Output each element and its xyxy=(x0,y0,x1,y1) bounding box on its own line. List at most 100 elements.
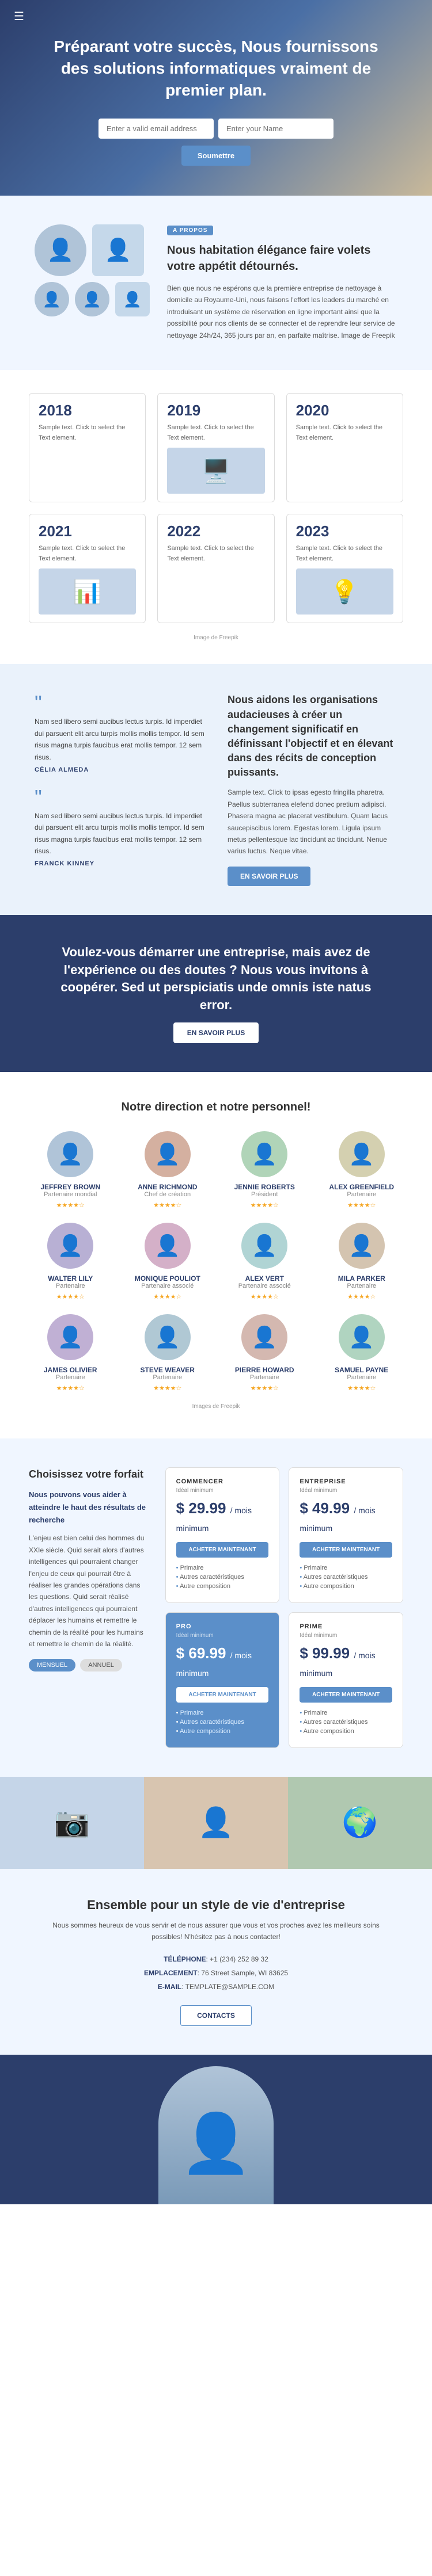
timeline-text: Sample text. Click to select the Text el… xyxy=(296,423,393,443)
team-member-stars: ★★★★☆ xyxy=(320,1293,404,1300)
team-member-stars: ★★★★☆ xyxy=(126,1293,210,1300)
timeline-text: Sample text. Click to select the Text el… xyxy=(39,423,136,443)
about-badge: A PROPOS xyxy=(167,226,213,235)
timeline-img-2021: 📊 xyxy=(39,568,136,615)
footer-section: 👤 xyxy=(0,2055,432,2204)
plan-name: PRIME xyxy=(300,1623,392,1630)
quote-icon-1: " xyxy=(35,693,204,713)
team-member: 👤 MILA PARKER Partenaire ★★★★☆ xyxy=(320,1223,404,1300)
team-member-name: JENNIE ROBERTS xyxy=(223,1183,306,1191)
team-member-role: Partenaire associé xyxy=(223,1283,306,1289)
cta-button[interactable]: EN SAVOIR PLUS xyxy=(173,1022,259,1043)
team-member-stars: ★★★★☆ xyxy=(29,1201,112,1209)
about-section: 👤 👤 👤 👤 👤 A PROPOS Nous habitation éléga… xyxy=(0,196,432,370)
quote-author-2: FRANCK KINNEY xyxy=(35,860,204,867)
pricing-card-commencer: COMMENCER Idéal minimum $ 29.99 / mois m… xyxy=(165,1467,280,1603)
contact-email: E-MAIL: TEMPLATE@SAMPLE.COM xyxy=(46,1980,386,1994)
team-member-name: STEVE WEAVER xyxy=(126,1366,210,1374)
plan-price: $ 29.99 / mois minimum xyxy=(176,1499,269,1535)
team-member-name: PIERRE HOWARD xyxy=(223,1366,306,1374)
quote-1: " Nam sed libero semi aucibus lectus tur… xyxy=(35,693,204,773)
contact-text: Nous sommes heureux de vous servir et de… xyxy=(46,1919,386,1943)
timeline-credit: Image de Freepik xyxy=(29,635,403,641)
timeline-img-2023: 💡 xyxy=(296,568,393,615)
plan-features: PrimaireAutres caractéristiquesAutre com… xyxy=(176,1709,269,1735)
plan-price: $ 99.99 / mois minimum xyxy=(300,1644,392,1680)
team-member-name: MONIQUE POULIOT xyxy=(126,1274,210,1283)
team-member-role: Partenaire xyxy=(29,1283,112,1289)
timeline-text: Sample text. Click to select the Text el… xyxy=(167,544,264,564)
timeline-year: 2019 xyxy=(167,402,264,419)
timeline-item-2020: 2020 Sample text. Click to select the Te… xyxy=(286,393,403,502)
about-img-2: 👤 xyxy=(92,224,144,276)
team-member-name: ANNE RICHMOND xyxy=(126,1183,210,1191)
pricing-right: COMMENCER Idéal minimum $ 29.99 / mois m… xyxy=(165,1467,403,1748)
about-title: Nous habitation élégance faire volets vo… xyxy=(167,242,397,274)
team-avatar: 👤 xyxy=(241,1131,287,1177)
plan-feature: Primaire xyxy=(300,1564,392,1571)
learn-more-button[interactable]: EN SAVOIR PLUS xyxy=(228,867,310,886)
team-member-role: Président xyxy=(223,1191,306,1198)
team-member-name: SAMUEL PAYNE xyxy=(320,1366,404,1374)
menu-icon[interactable]: ☰ xyxy=(14,9,24,24)
team-member-stars: ★★★★☆ xyxy=(126,1201,210,1209)
pricing-card-entreprise: ENTREPRISE Idéal minimum $ 49.99 / mois … xyxy=(289,1467,403,1603)
contact-title: Ensemble pour un style de vie d'entrepri… xyxy=(46,1898,386,1913)
plan-name: ENTREPRISE xyxy=(300,1478,392,1485)
team-member-role: Partenaire xyxy=(29,1374,112,1381)
gallery-section: 📷 👤 🌍 xyxy=(0,1777,432,1869)
team-member-role: Partenaire xyxy=(223,1374,306,1381)
about-img-3: 👤 xyxy=(35,282,69,316)
team-member-role: Partenaire mondial xyxy=(29,1191,112,1198)
toggle-annual[interactable]: ANNUEL xyxy=(80,1659,122,1671)
plan-buy-button[interactable]: ACHETER MAINTENANT xyxy=(176,1687,269,1703)
pricing-text: L'enjeu est bien celui des hommes du XXI… xyxy=(29,1532,148,1650)
hero-title: Préparant votre succès, Nous fournissons… xyxy=(46,36,386,101)
team-member-name: JEFFREY BROWN xyxy=(29,1183,112,1191)
team-avatar: 👤 xyxy=(339,1314,385,1360)
email-input[interactable] xyxy=(98,119,214,139)
team-member-name: ALEX GREENFIELD xyxy=(320,1183,404,1191)
name-input[interactable] xyxy=(218,119,334,139)
toggle-monthly[interactable]: MENSUEL xyxy=(29,1659,75,1671)
contact-email-label: E-MAIL xyxy=(158,1983,181,1991)
team-member-stars: ★★★★☆ xyxy=(126,1384,210,1392)
timeline-year: 2020 xyxy=(296,402,393,419)
team-member-name: JAMES OLIVIER xyxy=(29,1366,112,1374)
plan-feature: Autres caractéristiques xyxy=(176,1574,269,1581)
plan-buy-button[interactable]: ACHETER MAINTENANT xyxy=(300,1687,392,1703)
plan-features: PrimaireAutres caractéristiquesAutre com… xyxy=(176,1564,269,1590)
team-member-stars: ★★★★☆ xyxy=(320,1384,404,1392)
timeline-year: 2023 xyxy=(296,522,393,540)
team-member: 👤 JAMES OLIVIER Partenaire ★★★★☆ xyxy=(29,1314,112,1392)
testimonials-left: " Nam sed libero semi aucibus lectus tur… xyxy=(35,693,204,881)
team-member: 👤 WALTER LILY Partenaire ★★★★☆ xyxy=(29,1223,112,1300)
team-member-role: Partenaire xyxy=(320,1374,404,1381)
team-avatar: 👤 xyxy=(145,1131,191,1177)
timeline-text: Sample text. Click to select the Text el… xyxy=(39,544,136,564)
plan-buy-button[interactable]: ACHETER MAINTENANT xyxy=(176,1542,269,1558)
hero-form xyxy=(98,119,334,139)
plan-features: PrimaireAutres caractéristiquesAutre com… xyxy=(300,1564,392,1590)
gallery-cell-2: 👤 xyxy=(144,1777,288,1869)
team-title: Notre direction et notre personnel! xyxy=(29,1101,403,1114)
team-member-name: WALTER LILY xyxy=(29,1274,112,1283)
team-member: 👤 ANNE RICHMOND Chef de création ★★★★☆ xyxy=(126,1131,210,1209)
team-avatar: 👤 xyxy=(47,1314,93,1360)
team-member: 👤 ALEX VERT Partenaire associé ★★★★☆ xyxy=(223,1223,306,1300)
contacts-button[interactable]: CONTACTS xyxy=(180,2005,252,2026)
team-grid: 👤 JEFFREY BROWN Partenaire mondial ★★★★☆… xyxy=(29,1131,403,1392)
contact-section: Ensemble pour un style de vie d'entrepri… xyxy=(0,1869,432,2055)
plan-price: $ 49.99 / mois minimum xyxy=(300,1499,392,1535)
cta-title: Voulez-vous démarrer une entreprise, mai… xyxy=(46,944,386,1014)
submit-button[interactable]: Soumettre xyxy=(181,146,251,166)
gallery-grid: 📷 👤 🌍 xyxy=(0,1777,432,1869)
team-member-stars: ★★★★☆ xyxy=(29,1293,112,1300)
team-section: Notre direction et notre personnel! 👤 JE… xyxy=(0,1072,432,1438)
quote-text-1: Nam sed libero semi aucibus lectus turpi… xyxy=(35,716,204,763)
plan-tagline: Idéal minimum xyxy=(300,1487,392,1494)
pricing-grid: COMMENCER Idéal minimum $ 29.99 / mois m… xyxy=(165,1467,403,1748)
plan-buy-button[interactable]: ACHETER MAINTENANT xyxy=(300,1542,392,1558)
plan-period: / mois minimum xyxy=(300,1651,375,1678)
cta-section: Voulez-vous démarrer une entreprise, mai… xyxy=(0,915,432,1072)
